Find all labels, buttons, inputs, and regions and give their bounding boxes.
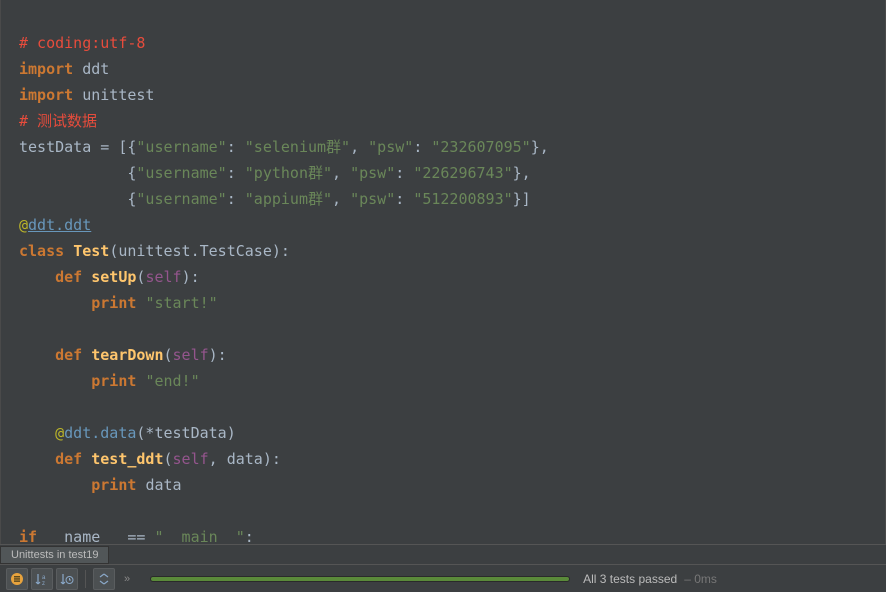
code-token: ):: [182, 268, 200, 286]
code-token: print: [91, 476, 145, 494]
code-token: =: [100, 138, 118, 156]
code-token: "username": [136, 190, 226, 208]
test-toolbar: a z » All 3 tests passed – 0ms: [0, 564, 886, 592]
code-token: self: [173, 450, 209, 468]
code-token: :: [227, 164, 245, 182]
code-token: [19, 450, 55, 468]
code-token: ddt.data: [64, 424, 136, 442]
code-token: print: [91, 294, 145, 312]
code-token: ):: [209, 346, 227, 364]
code-token: "__main__": [154, 528, 244, 544]
code-token: Test: [73, 242, 109, 260]
code-token: },: [531, 138, 549, 156]
svg-text:z: z: [42, 581, 45, 586]
code-token: [19, 372, 91, 390]
code-token: (*testData): [136, 424, 235, 442]
code-token: ,: [332, 190, 350, 208]
code-token: }]: [513, 190, 531, 208]
code-token: ,: [209, 450, 227, 468]
code-token: setUp: [91, 268, 136, 286]
code-token: "psw": [368, 138, 413, 156]
code-token: "512200893": [413, 190, 512, 208]
sort-alphabetically-button[interactable]: a z: [31, 568, 53, 590]
code-line: # 测试数据: [19, 112, 97, 130]
run-tab-strip: Unittests in test19: [0, 544, 886, 564]
run-tab[interactable]: Unittests in test19: [0, 546, 109, 564]
code-token: [19, 268, 55, 286]
code-line: # coding:utf-8: [19, 34, 145, 52]
code-token: (: [164, 450, 173, 468]
code-token: :: [395, 190, 413, 208]
code-token: "appium群": [245, 190, 332, 208]
code-token: "end!": [145, 372, 199, 390]
code-token: ddt.ddt: [28, 216, 91, 234]
code-token: @: [19, 216, 28, 234]
code-token: self: [173, 346, 209, 364]
code-token: if: [19, 528, 46, 544]
code-token: ,: [332, 164, 350, 182]
code-token: import: [19, 86, 73, 104]
code-token: "psw": [350, 190, 395, 208]
code-token: (unittest.TestCase):: [109, 242, 290, 260]
code-token: "232607095": [431, 138, 530, 156]
code-token: ==: [127, 528, 154, 544]
code-token: [19, 346, 55, 364]
code-token: __name__: [46, 528, 127, 544]
code-token: data: [145, 476, 181, 494]
code-token: test_ddt: [91, 450, 163, 468]
code-token: import: [19, 60, 73, 78]
code-token: "username": [136, 164, 226, 182]
code-token: [{: [118, 138, 136, 156]
code-token: tearDown: [91, 346, 163, 364]
show-passed-button[interactable]: [6, 568, 28, 590]
code-token: :: [227, 138, 245, 156]
code-token: [19, 294, 91, 312]
code-token: class: [19, 242, 73, 260]
code-token: [19, 476, 91, 494]
expand-indicator[interactable]: »: [124, 573, 131, 585]
test-result-text: All 3 tests passed: [583, 572, 677, 586]
test-timing-text: – 0ms: [684, 572, 717, 586]
code-token: data: [227, 450, 263, 468]
code-token: ):: [263, 450, 281, 468]
code-token: ddt: [73, 60, 109, 78]
code-token: "226296743": [413, 164, 512, 182]
code-token: (: [164, 346, 173, 364]
test-progress-bar: [150, 576, 570, 582]
code-token: "start!": [145, 294, 217, 312]
code-token: testData: [19, 138, 100, 156]
code-token: :: [245, 528, 254, 544]
code-token: :: [227, 190, 245, 208]
code-token: def: [55, 346, 91, 364]
code-token: "selenium群": [245, 138, 350, 156]
code-token: :: [395, 164, 413, 182]
toolbar-separator: [85, 570, 86, 588]
code-token: :: [413, 138, 431, 156]
code-token: "username": [136, 138, 226, 156]
expand-all-button[interactable]: [93, 568, 115, 590]
code-token: def: [55, 450, 91, 468]
code-editor[interactable]: # coding:utf-8 import ddt import unittes…: [0, 0, 886, 544]
code-token: ,: [350, 138, 368, 156]
code-token: [19, 190, 127, 208]
code-token: print: [91, 372, 145, 390]
code-token: [19, 164, 127, 182]
code-token: def: [55, 268, 91, 286]
code-token: },: [513, 164, 531, 182]
code-token: "psw": [350, 164, 395, 182]
code-token: unittest: [73, 86, 154, 104]
code-token: [19, 424, 55, 442]
code-token: "python群": [245, 164, 332, 182]
sort-by-duration-button[interactable]: [56, 568, 78, 590]
code-token: self: [145, 268, 181, 286]
code-token: @: [55, 424, 64, 442]
